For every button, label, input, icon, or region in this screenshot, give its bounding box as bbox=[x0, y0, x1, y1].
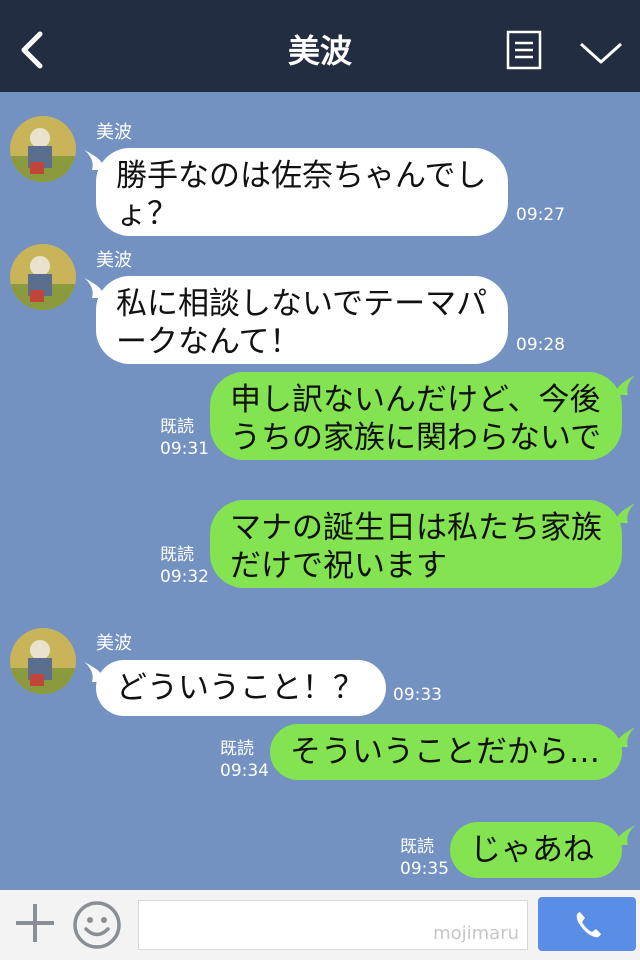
message-list[interactable]: 美波 勝手なのは佐奈ちゃんでし ょ？ 09:27 美波 私に相談しないでテーマパ… bbox=[0, 92, 640, 890]
message-line: ょ？ bbox=[116, 196, 178, 232]
sender-name: 美波 bbox=[96, 633, 132, 654]
bubble-tail bbox=[616, 727, 636, 747]
avatar-photo-icon bbox=[10, 244, 76, 310]
message-line: そういうことだから… bbox=[290, 734, 600, 770]
bubble-tail bbox=[616, 825, 636, 845]
message-time: 09:28 bbox=[516, 335, 565, 355]
message-bubble[interactable]: じゃあね bbox=[450, 822, 622, 878]
message-line: マナの誕生日は私たち家族 bbox=[230, 510, 602, 546]
sender-name: 美波 bbox=[96, 122, 132, 143]
read-label: 既読 bbox=[160, 545, 194, 565]
message-bubble[interactable]: そういうことだから… bbox=[270, 724, 622, 780]
message-time: 09:27 bbox=[516, 205, 565, 225]
chevron-down-icon[interactable] bbox=[578, 38, 624, 68]
message-time: 09:32 bbox=[160, 567, 209, 587]
message-line: だけで祝います bbox=[230, 548, 447, 584]
message-time: 09:34 bbox=[220, 761, 269, 781]
sender-name: 美波 bbox=[96, 250, 132, 271]
avatar-photo-icon bbox=[10, 628, 76, 694]
message-input[interactable]: mojimaru bbox=[138, 900, 528, 950]
message-line: じゃあね bbox=[470, 832, 594, 868]
message-time: 09:33 bbox=[393, 685, 442, 705]
phone-icon bbox=[576, 912, 601, 938]
read-receipt: 既読 09:32 bbox=[160, 544, 209, 588]
read-receipt: 既読 09:35 bbox=[400, 836, 449, 880]
message-time: 09:35 bbox=[400, 859, 449, 879]
plus-icon[interactable] bbox=[12, 900, 58, 946]
message-line: 勝手なのは佐奈ちゃんでし bbox=[116, 158, 487, 194]
read-label: 既読 bbox=[400, 837, 434, 857]
avatar[interactable] bbox=[10, 116, 76, 182]
message-line: 私に相談しないでテーマパ bbox=[116, 286, 488, 322]
message-bubble[interactable]: どういうこと！？ bbox=[96, 660, 386, 716]
message-line: 申し訳ないんだけど、今後 bbox=[230, 382, 601, 418]
chat-title: 美波 bbox=[287, 32, 352, 70]
message-bubble[interactable]: 勝手なのは佐奈ちゃんでし ょ？ bbox=[96, 148, 508, 236]
bubble-tail bbox=[616, 375, 636, 395]
read-label: 既読 bbox=[220, 739, 254, 759]
avatar[interactable] bbox=[10, 244, 76, 310]
message-bubble[interactable]: マナの誕生日は私たち家族 だけで祝います bbox=[210, 500, 622, 588]
watermark-text: mojimaru bbox=[433, 923, 519, 944]
message-line: うちの家族に関わらないで bbox=[230, 420, 602, 456]
smiley-icon[interactable] bbox=[72, 900, 122, 950]
bubble-tail bbox=[616, 503, 636, 523]
message-line: どういうこと！？ bbox=[116, 670, 364, 706]
message-time: 09:31 bbox=[160, 439, 209, 459]
read-receipt: 既読 09:34 bbox=[220, 738, 269, 782]
read-label: 既読 bbox=[160, 417, 194, 437]
avatar-photo-icon bbox=[10, 116, 76, 182]
call-button[interactable] bbox=[538, 897, 636, 951]
message-bubble[interactable]: 申し訳ないんだけど、今後 うちの家族に関わらないで bbox=[210, 372, 622, 460]
note-icon[interactable] bbox=[506, 30, 542, 70]
message-bubble[interactable]: 私に相談しないでテーマパ ークなんて！ bbox=[96, 276, 508, 364]
chat-header: 美波 bbox=[0, 0, 640, 92]
read-receipt: 既読 09:31 bbox=[160, 416, 209, 460]
message-line: ークなんて！ bbox=[116, 324, 301, 360]
avatar[interactable] bbox=[10, 628, 76, 694]
